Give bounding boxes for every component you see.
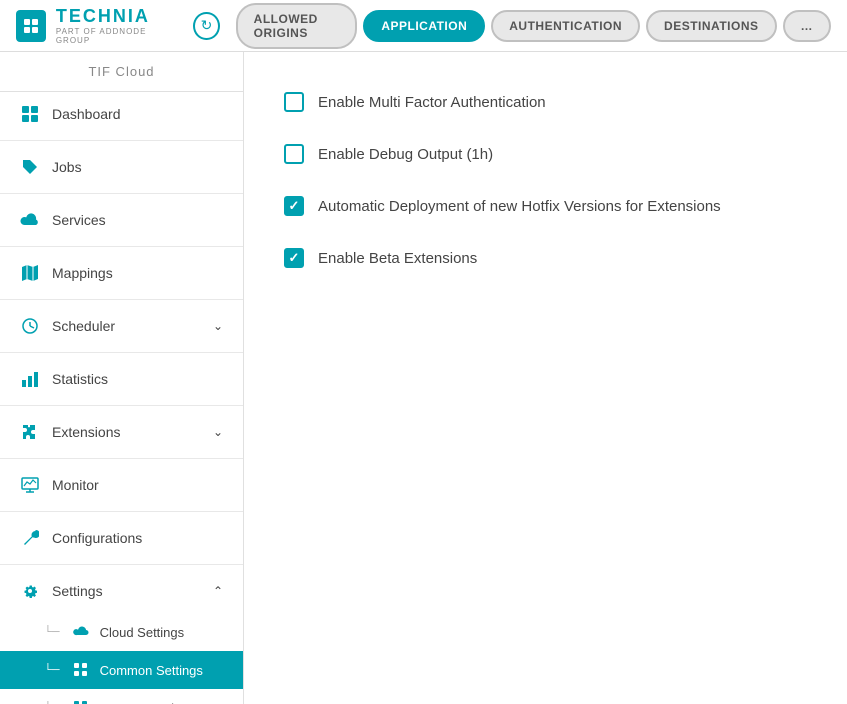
logo-subtitle: PART OF ADDNODE GROUP [56, 27, 175, 45]
puzzle-icon [20, 422, 40, 442]
branch-line: └─ [44, 626, 60, 638]
logo-text: TECHNIA PART OF ADDNODE GROUP [56, 6, 175, 45]
grid-icon [20, 104, 40, 124]
sidebar-sub-common-settings[interactable]: └─ Common Settings [0, 651, 243, 689]
tab-more[interactable]: … [783, 10, 832, 42]
sidebar-label-settings: Settings [52, 583, 103, 599]
sidebar-item-statistics[interactable]: Statistics [0, 357, 243, 401]
sidebar-label-jobs: Jobs [52, 159, 82, 175]
checkbox-mfa[interactable] [284, 92, 304, 112]
checkbox-debug[interactable] [284, 144, 304, 164]
sidebar-item-extensions[interactable]: Extensions ⌄ [0, 410, 243, 454]
sidebar-sub-feature-settings[interactable]: └─ Feature Settings [0, 689, 243, 704]
map-icon [20, 263, 40, 283]
sidebar-label-mappings: Mappings [52, 265, 113, 281]
logo-title: TECHNIA [56, 6, 175, 27]
bar-chart-icon [20, 369, 40, 389]
sidebar-item-scheduler[interactable]: Scheduler ⌄ [0, 304, 243, 348]
main-layout: TIF Cloud Dashboard Jobs [0, 52, 847, 704]
gear-icon [20, 581, 40, 601]
tab-bar: ALLOWED ORIGINS APPLICATION AUTHENTICATI… [236, 3, 831, 49]
sidebar-label-extensions: Extensions [52, 424, 120, 440]
sidebar-label-statistics: Statistics [52, 371, 108, 387]
content-area: Enable Multi Factor Authentication Enabl… [244, 52, 847, 704]
sidebar-label-services: Services [52, 212, 106, 228]
checkbox-label-mfa: Enable Multi Factor Authentication [318, 94, 546, 111]
checkbox-label-debug: Enable Debug Output (1h) [318, 146, 493, 163]
chevron-down-icon: ⌄ [213, 319, 223, 333]
sidebar-item-services[interactable]: Services [0, 198, 243, 242]
tag-icon [20, 157, 40, 177]
wrench-icon [20, 528, 40, 548]
sidebar-label-monitor: Monitor [52, 477, 99, 493]
sidebar-brand: TIF Cloud [0, 52, 243, 92]
checkbox-label-hotfix: Automatic Deployment of new Hotfix Versi… [318, 198, 721, 215]
monitor-icon [20, 475, 40, 495]
sidebar-item-jobs[interactable]: Jobs [0, 145, 243, 189]
feature-icon [72, 699, 90, 704]
clock-icon [20, 316, 40, 336]
tab-destinations[interactable]: DESTINATIONS [646, 10, 776, 42]
nav-back-button[interactable]: ↻ [193, 12, 219, 40]
cloud-icon [20, 210, 40, 230]
checkbox-row-mfa: Enable Multi Factor Authentication [284, 92, 807, 112]
chevron-down-icon-ext: ⌄ [213, 425, 223, 439]
checkbox-row-hotfix: Automatic Deployment of new Hotfix Versi… [284, 196, 807, 216]
cloud-sub-icon [72, 623, 90, 641]
tab-allowed-origins[interactable]: ALLOWED ORIGINS [236, 3, 358, 49]
checkbox-row-beta: Enable Beta Extensions [284, 248, 807, 268]
sidebar-label-configurations: Configurations [52, 530, 142, 546]
tab-application[interactable]: APPLICATION [363, 10, 485, 42]
sidebar-label-cloud-settings: Cloud Settings [100, 625, 185, 640]
branch-line2: └─ [44, 664, 60, 676]
chevron-up-icon: ⌃ [213, 584, 223, 598]
checkbox-row-debug: Enable Debug Output (1h) [284, 144, 807, 164]
sidebar: TIF Cloud Dashboard Jobs [0, 52, 244, 704]
sidebar-label-dashboard: Dashboard [52, 106, 121, 122]
logo-area: TECHNIA PART OF ADDNODE GROUP ↻ [16, 6, 220, 45]
sidebar-sub-cloud-settings[interactable]: └─ Cloud Settings [0, 613, 243, 651]
sidebar-label-scheduler: Scheduler [52, 318, 115, 334]
logo-icon [16, 10, 46, 42]
sidebar-item-settings[interactable]: Settings ⌃ [0, 569, 243, 613]
top-bar: TECHNIA PART OF ADDNODE GROUP ↻ ALLOWED … [0, 0, 847, 52]
grid-sub-icon [72, 661, 90, 679]
tab-authentication[interactable]: AUTHENTICATION [491, 10, 640, 42]
sidebar-item-mappings[interactable]: Mappings [0, 251, 243, 295]
checkbox-hotfix[interactable] [284, 196, 304, 216]
sidebar-item-dashboard[interactable]: Dashboard [0, 92, 243, 136]
sidebar-label-common-settings: Common Settings [100, 663, 203, 678]
checkbox-beta[interactable] [284, 248, 304, 268]
sidebar-item-configurations[interactable]: Configurations [0, 516, 243, 560]
sidebar-label-feature-settings: Feature Settings [100, 701, 195, 704]
sidebar-item-monitor[interactable]: Monitor [0, 463, 243, 507]
checkbox-label-beta: Enable Beta Extensions [318, 250, 477, 267]
